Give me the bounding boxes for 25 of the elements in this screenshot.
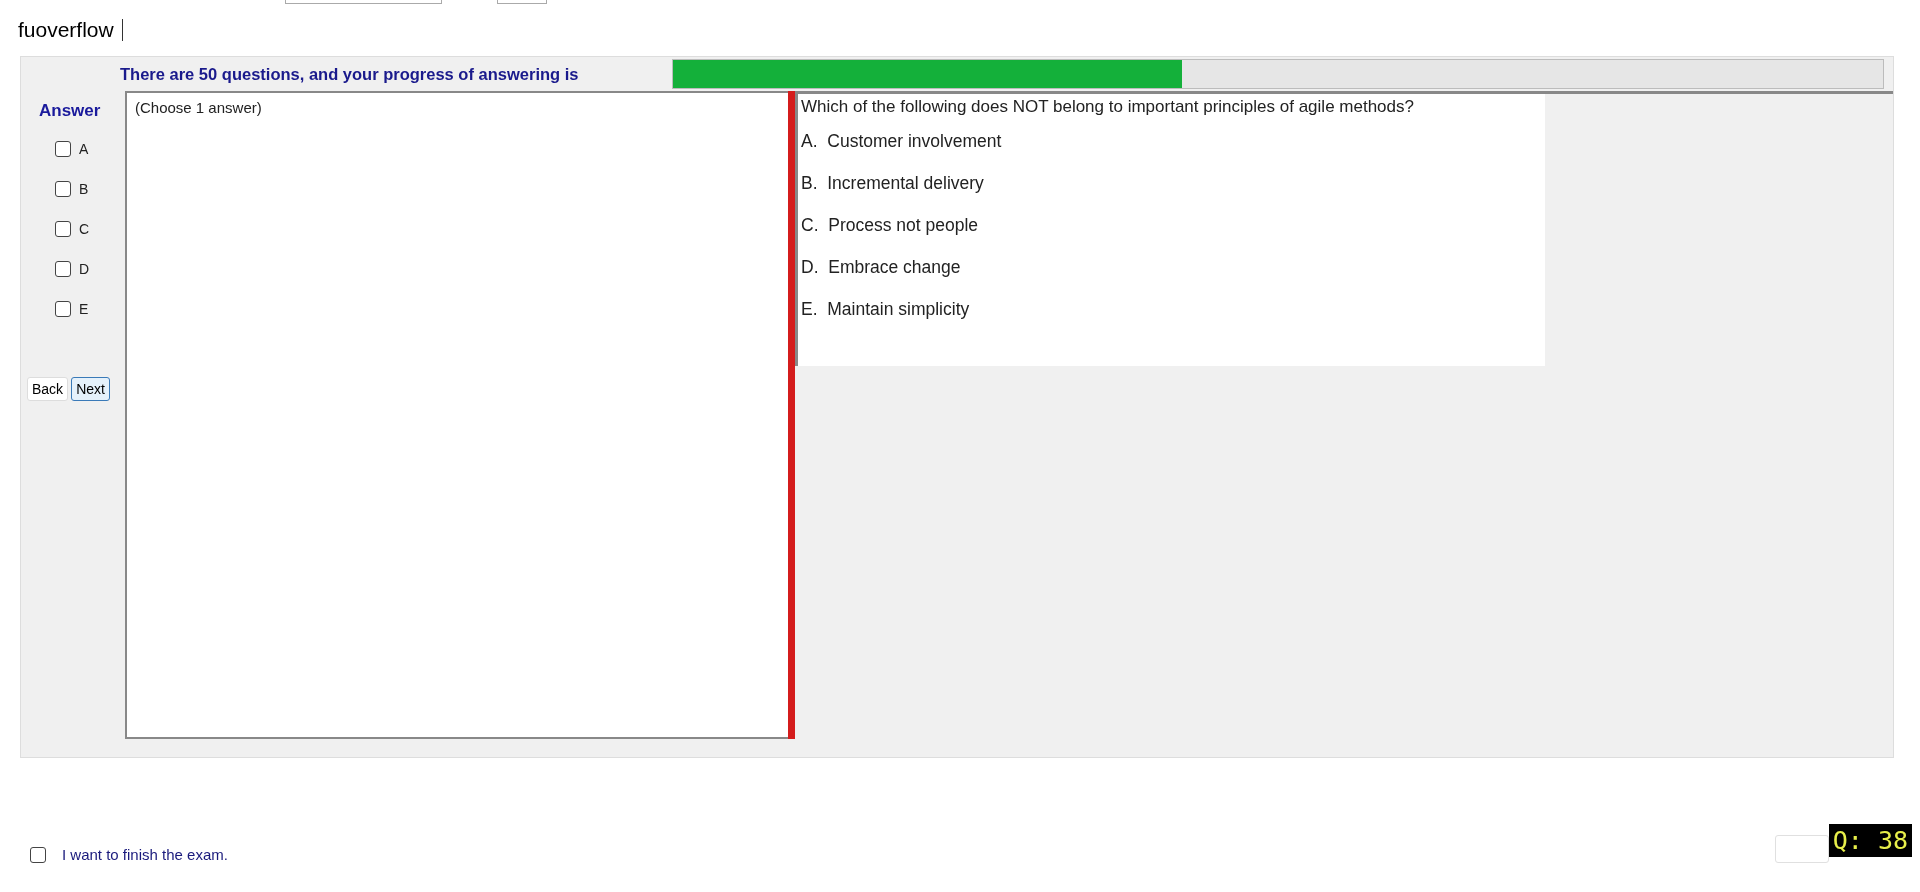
checkbox[interactable] <box>55 141 71 157</box>
option-label: C <box>79 221 90 237</box>
question-text: Which of the following does NOT belong to important principles of agile methods? <box>801 97 1415 117</box>
progress-label: There are 50 questions, and your progress of answering is <box>120 64 579 84</box>
option-label: E <box>79 301 89 317</box>
answer-choice: D. Embrace change <box>801 257 962 279</box>
option-label: B <box>79 181 89 197</box>
back-button[interactable]: Back <box>27 377 69 401</box>
question-number-badge: Q: 38 <box>1828 824 1912 857</box>
finish-label: I want to finish the exam. <box>62 846 228 863</box>
text-field[interactable]: fuoverflow <box>18 19 123 41</box>
checkbox[interactable] <box>55 181 71 197</box>
checkbox[interactable] <box>55 261 71 277</box>
next-button[interactable]: Next <box>71 377 110 401</box>
checkbox[interactable] <box>55 301 71 317</box>
answer-choice: E. Maintain simplicity <box>801 299 971 321</box>
option-label: D <box>79 261 90 277</box>
answer-heading: Answer <box>39 101 101 121</box>
answer-choice: C. Process not people <box>801 215 980 237</box>
answer-choice: A. Customer involvement <box>801 131 1003 153</box>
option-label: A <box>79 141 89 157</box>
checkbox[interactable] <box>30 846 46 863</box>
answer-hint: (Choose 1 answer) <box>135 99 262 116</box>
checkbox[interactable] <box>55 221 71 237</box>
answer-choice: B. Incremental delivery <box>801 173 985 195</box>
